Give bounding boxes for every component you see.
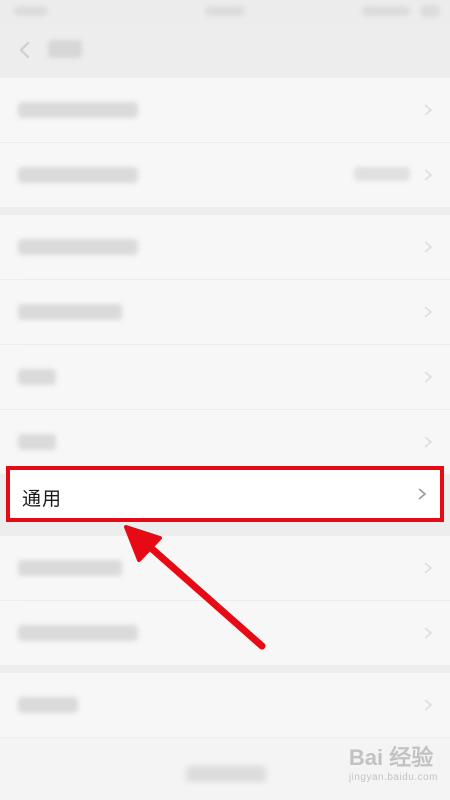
nav-bar [0,24,450,76]
watermark-brand: Bai 经验 [348,745,434,770]
row-label [18,167,138,183]
chevron-right-icon [424,371,433,383]
row-label [18,369,56,385]
settings-row[interactable] [0,601,450,665]
carrier-text [14,6,48,16]
chevron-right-icon [424,562,433,574]
row-label [18,625,138,641]
row-label [18,102,138,118]
chevron-right-icon [424,104,433,116]
section-gap [0,526,450,534]
watermark-url: jingyan.baidu.com [348,772,438,783]
chevron-right-icon [424,306,433,318]
battery-icon [420,5,440,17]
settings-row[interactable] [0,410,450,474]
row-label [18,239,138,255]
settings-row[interactable] [0,280,450,344]
chevron-right-icon [424,627,433,639]
section-gap [0,665,450,673]
row-label [18,304,122,320]
page-title [48,40,82,58]
settings-row-general[interactable]: 通用 [6,466,444,522]
row-label [18,697,78,713]
row-value [354,167,410,181]
chevron-right-icon [424,436,433,448]
chevron-right-icon [424,169,433,181]
row-label [18,560,122,576]
settings-row[interactable] [0,345,450,409]
settings-row[interactable] [0,78,450,142]
row-label [18,434,56,450]
settings-row[interactable] [0,215,450,279]
logout-button[interactable] [186,766,266,782]
row-label: 通用 [22,489,63,510]
status-bar [0,0,450,24]
back-chevron-icon[interactable] [14,38,38,62]
clock [205,6,245,16]
watermark-logo: Bai 经验 jingyan.baidu.com [349,740,438,783]
section-gap [0,207,450,215]
status-icons [362,6,410,16]
settings-row[interactable] [0,673,450,737]
settings-row[interactable] [0,536,450,600]
chevron-right-icon [424,241,433,253]
chevron-right-icon [424,699,433,711]
chevron-right-icon [418,488,427,500]
settings-row[interactable] [0,143,450,207]
